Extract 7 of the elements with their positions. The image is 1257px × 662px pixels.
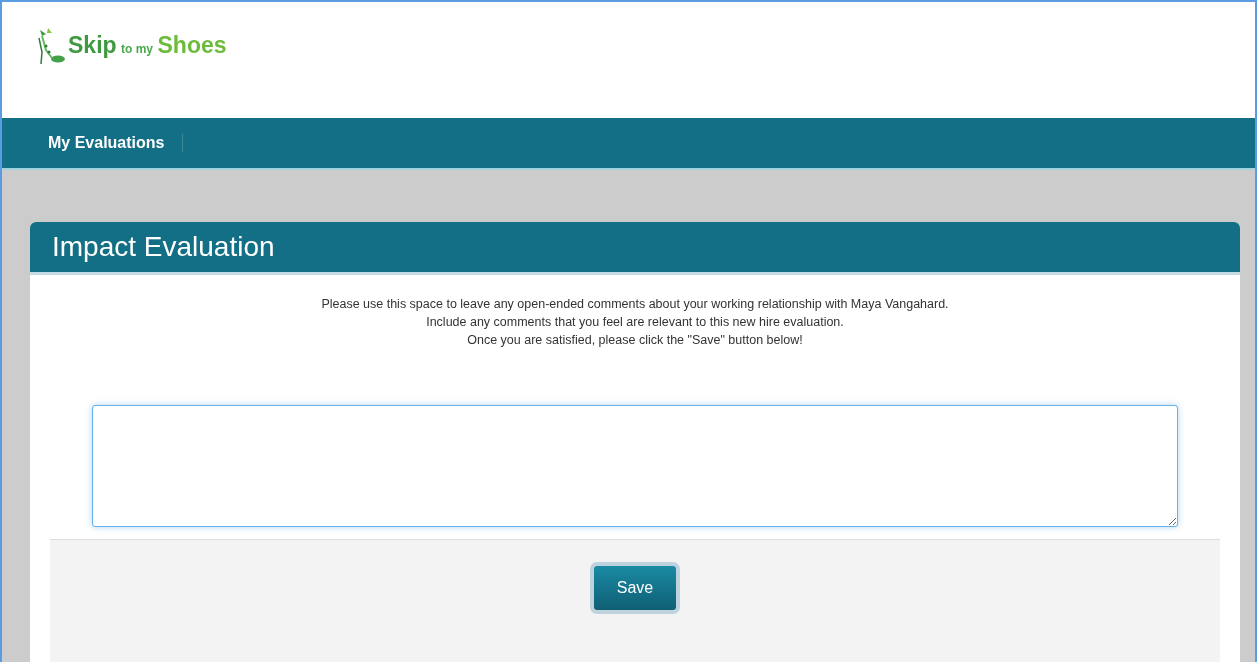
logo-text: Skip to my Shoes xyxy=(68,31,227,59)
instruction-text: Please use this space to leave any open-ended comments about your working relationship with Maya Vangahard. xyxy=(320,296,950,313)
instruction-text: Include any comments that you feel are relevant to this new hire evaluation. xyxy=(425,314,845,331)
nav-link[interactable]: My Evaluations xyxy=(30,134,184,152)
card-title: Impact Evaluation xyxy=(52,231,275,263)
instruction-text: Once you are satisfied, please click the "Save" button below! xyxy=(466,332,804,349)
comment-field[interactable] xyxy=(92,405,1178,527)
